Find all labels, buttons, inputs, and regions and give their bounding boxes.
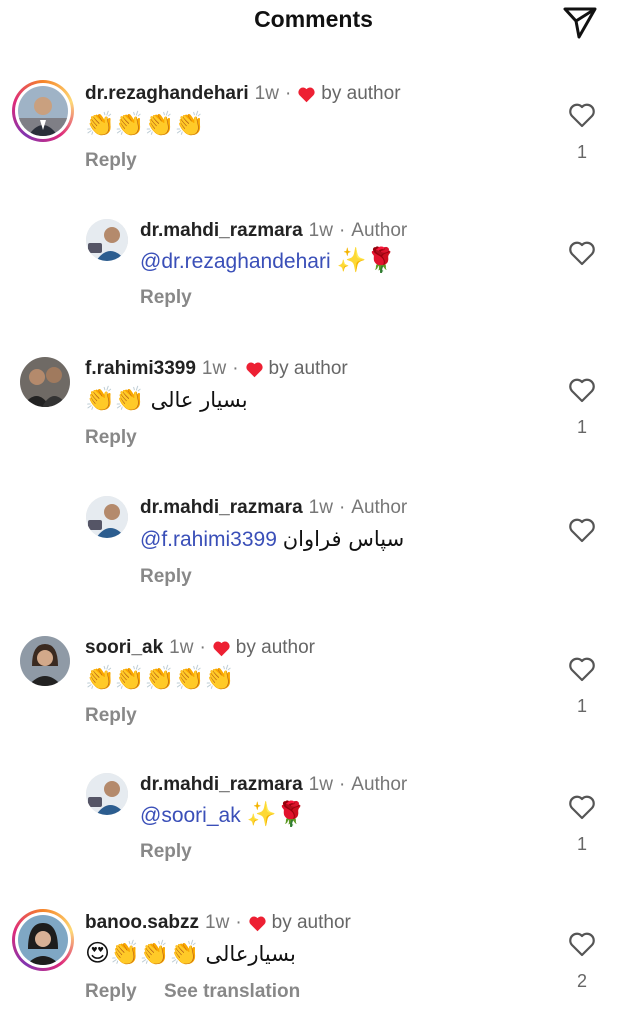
comment-time: 1w	[169, 637, 194, 658]
avatar[interactable]	[86, 219, 128, 261]
comment-persian-text: سپاس فراوان	[282, 527, 405, 551]
mention-link[interactable]: @soori_ak	[140, 804, 241, 827]
comment-emoji: ✨🌹	[336, 247, 397, 274]
author-badge: Author	[351, 220, 408, 241]
comment-item: dr.rezaghandehari 1w · by author 👏👏👏👏 Re…	[0, 80, 627, 180]
comment-persian-text: بسیارعالی	[205, 942, 296, 966]
comments-header: Comments	[0, 0, 627, 48]
avatar[interactable]	[20, 636, 70, 686]
separator-dot: ·	[338, 497, 346, 518]
comment-text: 😍👏👏👏 بسیارعالی	[85, 942, 296, 967]
avatar	[18, 86, 68, 136]
comment-item: f.rahimi3399 1w · by author 👏👏 بسیار عال…	[0, 355, 627, 455]
heart-outline-icon[interactable]	[568, 931, 596, 957]
send-icon[interactable]	[561, 4, 599, 40]
avatar-story-ring[interactable]	[12, 80, 74, 142]
comment-reply-item: dr.mahdi_razmara 1w · Author @soori_ak ✨…	[0, 771, 627, 871]
avatar	[18, 915, 68, 965]
liked-by-author-label: by author	[321, 83, 401, 104]
comment-emoji: 👏👏	[85, 386, 145, 413]
separator-dot: ·	[199, 637, 206, 658]
comment-text: @dr.rezaghandehari ✨🌹	[140, 249, 396, 274]
comment-item: soori_ak 1w · by author 👏👏👏👏👏 Reply 1	[0, 634, 627, 734]
comment-persian-text: بسیار عالی	[150, 388, 248, 412]
see-translation-button[interactable]: See translation	[164, 981, 300, 1003]
reply-button[interactable]: Reply	[140, 841, 192, 863]
separator-dot: ·	[338, 220, 346, 241]
comment-username[interactable]: dr.mahdi_razmara	[140, 497, 303, 519]
mention-link[interactable]: @f.rahimi3399	[140, 528, 277, 551]
comment-emoji: ✨🌹	[246, 801, 307, 828]
comment-time: 1w	[254, 83, 279, 104]
comment-time: 1w	[205, 912, 230, 933]
comment-reply-item: dr.mahdi_razmara 1w · Author @dr.rezagha…	[0, 217, 627, 317]
heart-outline-icon[interactable]	[568, 517, 596, 543]
heart-outline-icon[interactable]	[568, 240, 596, 266]
liked-by-author-label: by author	[235, 637, 316, 658]
comment-time: 1w	[308, 774, 333, 795]
comment-time: 1w	[308, 220, 333, 241]
comment-text: @f.rahimi3399 سپاس فراوان	[140, 527, 404, 552]
like-count: 1	[576, 696, 587, 716]
separator-dot: ·	[284, 83, 292, 104]
comment-time: 1w	[201, 358, 227, 379]
comment-item: banoo.sabzz 1w · by author 😍👏👏👏 بسیارعال…	[0, 909, 627, 1019]
comment-username[interactable]: dr.rezaghandehari	[85, 83, 249, 105]
comment-username[interactable]: soori_ak	[85, 637, 163, 659]
avatar[interactable]	[86, 496, 128, 538]
mention-link[interactable]: @dr.rezaghandehari	[140, 250, 331, 273]
heart-outline-icon[interactable]	[568, 377, 596, 403]
heart-outline-icon[interactable]	[568, 102, 596, 128]
heart-filled-icon	[249, 916, 266, 931]
heart-filled-icon	[213, 641, 230, 656]
reply-button[interactable]: Reply	[85, 427, 137, 449]
reply-button[interactable]: Reply	[140, 566, 192, 588]
comment-reply-item: dr.mahdi_razmara 1w · Author @f.rahimi33…	[0, 494, 627, 594]
liked-by-author-label: by author	[271, 912, 351, 933]
author-badge: Author	[351, 497, 408, 518]
comment-username[interactable]: dr.mahdi_razmara	[140, 220, 303, 242]
comment-text: @soori_ak ✨🌹	[140, 803, 306, 828]
author-badge: Author	[351, 774, 408, 795]
avatar[interactable]	[20, 357, 70, 407]
comment-time: 1w	[308, 497, 333, 518]
page-title: Comments	[254, 6, 373, 32]
comment-text: 👏👏👏👏👏	[85, 665, 235, 692]
comment-username[interactable]: banoo.sabzz	[85, 912, 199, 934]
comment-emoji: 😍👏👏👏	[85, 940, 200, 967]
like-count: 1	[576, 142, 587, 162]
avatar[interactable]	[86, 773, 128, 815]
reply-button[interactable]: Reply	[140, 287, 192, 309]
like-count: 1	[576, 834, 587, 854]
heart-filled-icon	[298, 87, 315, 102]
heart-outline-icon[interactable]	[568, 794, 596, 820]
separator-dot: ·	[338, 774, 346, 795]
comment-username[interactable]: dr.mahdi_razmara	[140, 774, 303, 796]
reply-button[interactable]: Reply	[85, 705, 137, 727]
like-count: 2	[576, 971, 587, 991]
liked-by-author-label: by author	[268, 358, 348, 379]
comment-text: 👏👏👏👏	[85, 111, 205, 138]
separator-dot: ·	[232, 358, 239, 379]
comment-username[interactable]: f.rahimi3399	[85, 358, 196, 380]
heart-filled-icon	[245, 362, 263, 377]
comment-text: 👏👏 بسیار عالی	[85, 388, 248, 413]
heart-outline-icon[interactable]	[568, 656, 596, 682]
reply-button[interactable]: Reply	[85, 981, 137, 1003]
reply-button[interactable]: Reply	[85, 150, 137, 172]
avatar-story-ring[interactable]	[12, 909, 74, 971]
like-count: 1	[576, 417, 587, 437]
separator-dot: ·	[235, 912, 242, 933]
